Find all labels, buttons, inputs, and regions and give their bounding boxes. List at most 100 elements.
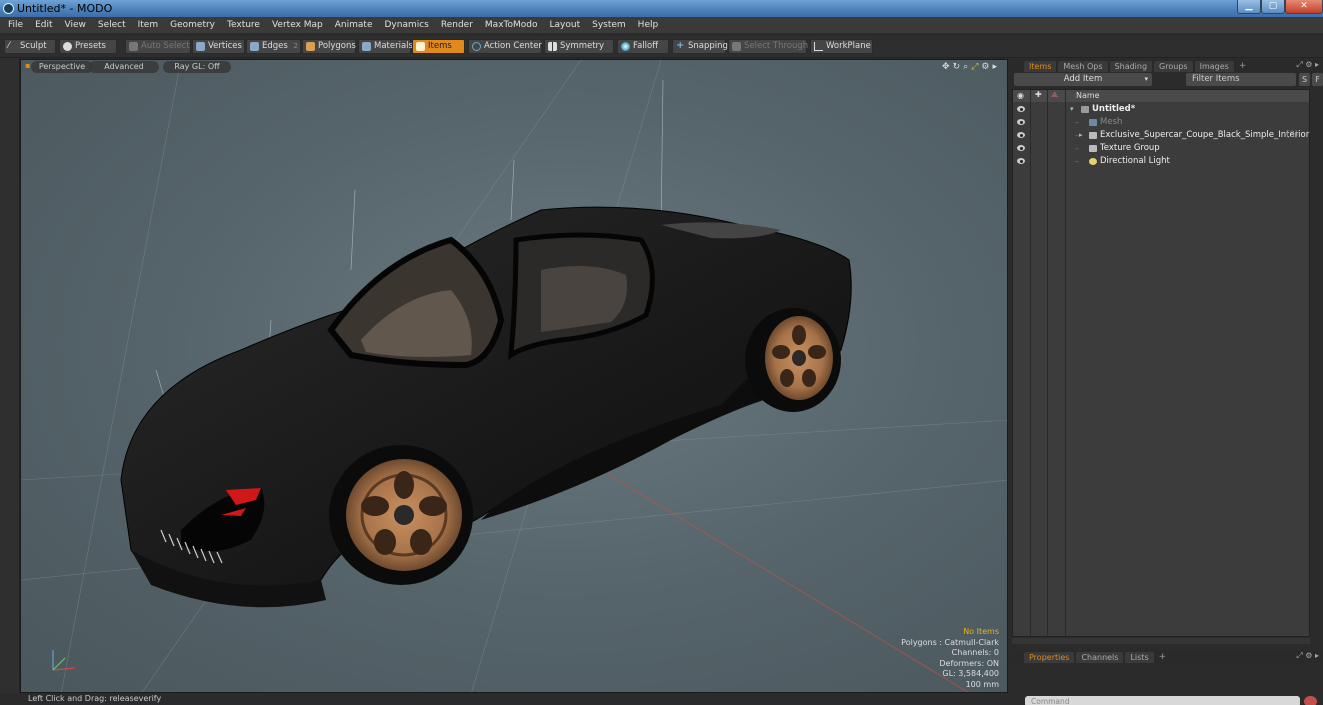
edges-button[interactable]: Edges 2 bbox=[246, 39, 301, 54]
menu-help[interactable]: Help bbox=[638, 20, 659, 30]
zoom-icon[interactable]: ⌕ bbox=[963, 62, 968, 72]
tree-connector: – bbox=[1075, 144, 1079, 153]
tab-groups[interactable]: Groups bbox=[1154, 60, 1193, 72]
sculpt-button[interactable]: ⁄ Sculpt bbox=[4, 39, 56, 54]
gl-info: GL: 3,584,400 bbox=[942, 669, 999, 678]
front-wheel bbox=[329, 445, 473, 585]
tree-row-supercar[interactable]: – ▸ Exclusive_Supercar_Coupe_Black_Simpl… bbox=[1013, 129, 1309, 142]
column-divider bbox=[1030, 90, 1031, 636]
advanced-tab[interactable]: Advanced bbox=[89, 61, 159, 73]
tree-row-texture-group[interactable]: – Texture Group bbox=[1013, 142, 1309, 155]
main-toolbar: ⁄ Sculpt Presets Auto Select Vertices Edg… bbox=[0, 36, 1323, 58]
close-window-button[interactable]: ✕ bbox=[1285, 0, 1323, 14]
left-tool-strip bbox=[0, 58, 20, 705]
polygons-button[interactable]: Polygons bbox=[302, 39, 356, 54]
add-item-dropdown[interactable]: Add Item ▾ bbox=[1014, 73, 1152, 86]
viewport-controls: ✥ ↻ ⌕ ⤢ ⚙ ▸ bbox=[942, 62, 997, 72]
auto-select-button[interactable]: Auto Select bbox=[125, 39, 191, 54]
tab-mesh-ops[interactable]: Mesh Ops bbox=[1058, 60, 1108, 72]
visibility-eye-icon[interactable] bbox=[1017, 145, 1025, 151]
modo-logo-icon bbox=[3, 3, 14, 14]
menu-render[interactable]: Render bbox=[441, 20, 473, 30]
menu-item[interactable]: Item bbox=[138, 20, 159, 30]
render-column-icon[interactable]: ⟁ bbox=[1051, 90, 1058, 100]
minimize-button[interactable]: ▁ bbox=[1237, 0, 1261, 14]
menu-layout[interactable]: Layout bbox=[550, 20, 581, 30]
expand-triangle-icon[interactable]: ▸ bbox=[1079, 129, 1083, 142]
f-button[interactable]: F bbox=[1312, 73, 1323, 86]
scale-info: 100 mm bbox=[965, 679, 999, 689]
title-bar: Untitled* - MODO ▁ ▢ ✕ bbox=[0, 0, 1323, 17]
items-mode-button[interactable]: Items bbox=[412, 39, 465, 54]
menu-select[interactable]: Select bbox=[98, 20, 126, 30]
name-column-header[interactable]: Name bbox=[1076, 91, 1100, 100]
tab-properties[interactable]: Properties bbox=[1024, 651, 1075, 663]
horizontal-scrollbar[interactable] bbox=[1012, 638, 1310, 644]
action-center-button[interactable]: Action Center bbox=[468, 39, 542, 54]
vertices-icon bbox=[196, 42, 205, 51]
vertices-button[interactable]: Vertices bbox=[192, 39, 245, 54]
add-tab-icon[interactable]: + bbox=[1236, 61, 1247, 71]
presets-label: Presets bbox=[75, 41, 106, 51]
pan-icon[interactable]: ✥ bbox=[942, 62, 950, 72]
panel-options-icon[interactable]: ⤢ ⚙ ▸ bbox=[1296, 60, 1319, 70]
command-run-icon[interactable] bbox=[1304, 696, 1317, 705]
visibility-eye-icon[interactable] bbox=[1017, 119, 1025, 125]
settings-gear-icon[interactable]: ⚙ bbox=[981, 62, 989, 72]
symmetry-button[interactable]: Symmetry bbox=[544, 39, 614, 54]
column-divider bbox=[1065, 90, 1066, 636]
workplane-button[interactable]: WorkPlane bbox=[810, 39, 873, 54]
visibility-column-icon[interactable]: ◉ bbox=[1017, 91, 1024, 100]
raygl-tab[interactable]: Ray GL: Off bbox=[163, 61, 231, 73]
tab-channels[interactable]: Channels bbox=[1076, 651, 1124, 663]
viewport-menu-icon[interactable]: ▪ bbox=[25, 61, 30, 70]
polygons-info: Polygons : Catmull-Clark bbox=[901, 637, 999, 647]
tab-shading[interactable]: Shading bbox=[1109, 60, 1153, 72]
polygons-icon bbox=[306, 42, 315, 51]
menu-dynamics[interactable]: Dynamics bbox=[384, 20, 428, 30]
add-tab-icon[interactable]: + bbox=[1156, 652, 1167, 662]
tree-row-mesh[interactable]: – Mesh bbox=[1013, 116, 1309, 129]
menu-file[interactable]: File bbox=[8, 20, 23, 30]
visibility-eye-icon[interactable] bbox=[1017, 158, 1025, 164]
perspective-tab[interactable]: Perspective bbox=[31, 61, 93, 73]
tab-lists[interactable]: Lists bbox=[1125, 651, 1154, 663]
menu-geometry[interactable]: Geometry bbox=[170, 20, 215, 30]
symmetry-icon bbox=[548, 42, 557, 51]
visibility-eye-icon[interactable] bbox=[1017, 132, 1025, 138]
menu-vertex-map[interactable]: Vertex Map bbox=[272, 20, 323, 30]
panel-options-icon[interactable]: ⤢ ⚙ ▸ bbox=[1296, 651, 1319, 661]
polygons-label: Polygons bbox=[318, 41, 356, 51]
tab-images[interactable]: Images bbox=[1194, 60, 1234, 72]
menu-animate[interactable]: Animate bbox=[335, 20, 373, 30]
filter-items-input[interactable]: Filter Items bbox=[1186, 73, 1296, 86]
3d-viewport[interactable]: ▪ Perspective Advanced Ray GL: Off ✥ ↻ ⌕… bbox=[20, 59, 1008, 693]
materials-label: Materials bbox=[374, 41, 413, 51]
menu-maxtomodo[interactable]: MaxToModo bbox=[485, 20, 538, 30]
maximize-button[interactable]: ▢ bbox=[1261, 0, 1285, 14]
menu-texture[interactable]: Texture bbox=[227, 20, 260, 30]
menu-view[interactable]: View bbox=[65, 20, 86, 30]
menu-system[interactable]: System bbox=[592, 20, 626, 30]
materials-button[interactable]: Materials bbox=[358, 39, 413, 54]
tree-row-scene[interactable]: ▾ Untitled* bbox=[1013, 103, 1309, 116]
expand-arrow-icon[interactable]: ▸ bbox=[992, 62, 997, 72]
expand-triangle-icon[interactable]: ▾ bbox=[1070, 103, 1074, 116]
mesh-label: Mesh bbox=[1100, 117, 1123, 127]
items-toolbar: Add Item ▾ Filter Items S F bbox=[1014, 73, 1323, 87]
visibility-eye-icon[interactable] bbox=[1017, 106, 1025, 112]
tree-row-directional-light[interactable]: – Directional Light bbox=[1013, 155, 1309, 168]
menu-edit[interactable]: Edit bbox=[35, 20, 52, 30]
snapping-button[interactable]: + Snapping bbox=[672, 39, 728, 54]
presets-button[interactable]: Presets bbox=[59, 39, 117, 54]
command-input[interactable]: Command bbox=[1025, 696, 1300, 705]
lock-column-icon[interactable]: ✚ bbox=[1035, 90, 1042, 99]
rotate-icon[interactable]: ↻ bbox=[953, 62, 961, 72]
menu-bar: File Edit View Select Item Geometry Text… bbox=[0, 17, 1323, 33]
fit-icon[interactable]: ⤢ bbox=[971, 62, 978, 72]
falloff-button[interactable]: Falloff bbox=[617, 39, 669, 54]
tab-items[interactable]: Items bbox=[1024, 60, 1057, 72]
workplane-label: WorkPlane bbox=[826, 41, 871, 51]
select-through-button[interactable]: Select Through bbox=[728, 39, 808, 54]
s-button[interactable]: S bbox=[1299, 73, 1310, 86]
